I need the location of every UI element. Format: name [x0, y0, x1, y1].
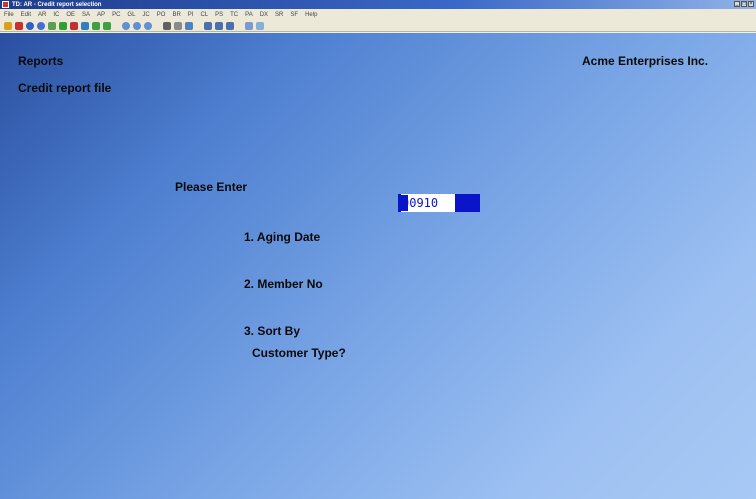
forward-icon[interactable] [215, 21, 223, 30]
print-icon[interactable] [15, 21, 23, 30]
window-title: TD: AR - Credit report selection [12, 1, 102, 8]
menu-pa[interactable]: PA [245, 12, 253, 18]
menu-pi[interactable]: PI [188, 12, 194, 18]
cancel-icon[interactable] [70, 21, 78, 30]
sort-by-label: 3. Sort By [244, 324, 301, 338]
binoculars-icon[interactable] [163, 21, 171, 30]
up-icon[interactable] [92, 21, 100, 30]
prompt-label: Please Enter [175, 180, 248, 194]
zoom-icon[interactable] [174, 21, 182, 30]
window-controls: _ □ × [734, 1, 754, 7]
menu-gl[interactable]: GL [127, 12, 135, 18]
app-icon [2, 1, 9, 8]
company-name: Acme Enterprises Inc. [582, 54, 709, 68]
menu-ar[interactable]: AR [38, 12, 46, 18]
menu-bar: File Edit AR IC OE SA AP PC GL JC PO BR … [0, 9, 756, 20]
menu-edit[interactable]: Edit [21, 12, 31, 18]
text-cursor [401, 195, 408, 211]
stop-icon[interactable] [226, 21, 234, 30]
menu-ic[interactable]: IC [53, 12, 59, 18]
menu-sf[interactable]: SF [290, 12, 298, 18]
aging-date-label: 1. Aging Date [244, 230, 321, 244]
screen-subtitle: Credit report file [18, 81, 112, 95]
equals-icon[interactable] [48, 21, 56, 30]
customer-type-label: Customer Type? [252, 346, 346, 360]
menu-po[interactable]: PO [157, 12, 166, 18]
circle-icon[interactable] [133, 21, 141, 30]
menu-jc[interactable]: JC [142, 12, 149, 18]
member-no-label: 2. Member No [244, 277, 323, 291]
menu-dx[interactable]: DX [260, 12, 268, 18]
menu-br[interactable]: BR [172, 12, 180, 18]
terminal-screen: Reports Acme Enterprises Inc. Credit rep… [0, 33, 756, 499]
title-bar: TD: AR - Credit report selection _ □ × [0, 0, 756, 9]
menu-pc[interactable]: PC [112, 12, 120, 18]
menu-help[interactable]: Help [305, 12, 317, 18]
save-icon[interactable] [245, 21, 253, 30]
refresh-icon[interactable] [81, 21, 89, 30]
minimize-button[interactable]: _ [734, 1, 740, 7]
help-icon[interactable] [26, 21, 34, 30]
back-icon[interactable] [204, 21, 212, 30]
menu-ap[interactable]: AP [97, 12, 105, 18]
module-title: Reports [18, 54, 64, 68]
menu-ps[interactable]: PS [215, 12, 223, 18]
menu-sa[interactable]: SA [82, 12, 90, 18]
menu-sr[interactable]: SR [275, 12, 283, 18]
menu-file[interactable]: File [4, 12, 14, 18]
settings-icon[interactable] [37, 21, 45, 30]
circle-icon[interactable] [144, 21, 152, 30]
check-icon[interactable] [59, 21, 67, 30]
reload-icon[interactable] [185, 21, 193, 30]
close-button[interactable]: × [748, 1, 754, 7]
menu-oe[interactable]: OE [66, 12, 75, 18]
aging-date-input[interactable]: 90910 [398, 194, 480, 212]
aging-date-value: 90910 [401, 194, 455, 212]
down-icon[interactable] [103, 21, 111, 30]
info-icon[interactable] [256, 21, 264, 30]
toolbar [0, 20, 756, 32]
menu-cl[interactable]: CL [200, 12, 208, 18]
open-icon[interactable] [4, 21, 12, 30]
circle-icon[interactable] [122, 21, 130, 30]
maximize-button[interactable]: □ [741, 1, 747, 7]
menu-tc[interactable]: TC [230, 12, 238, 18]
